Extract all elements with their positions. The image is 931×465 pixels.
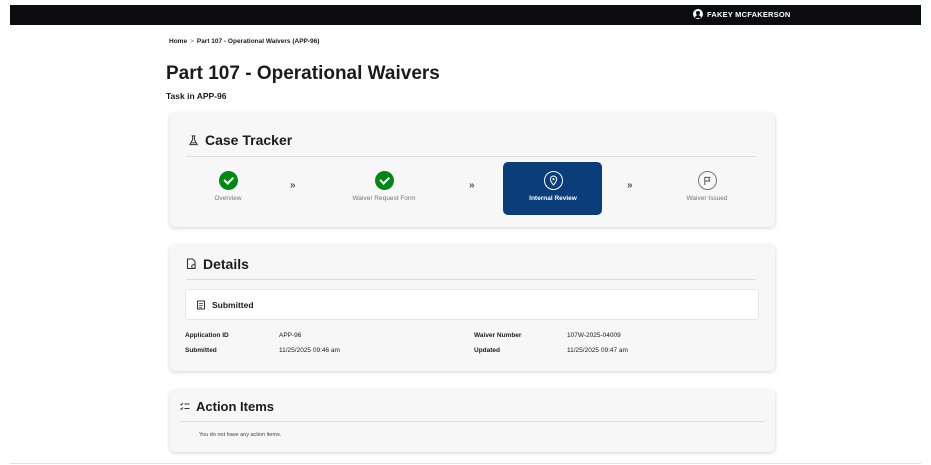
chevron-double-right-icon: » [290, 180, 295, 191]
application-id-value: APP-96 [279, 332, 302, 339]
step-label: Overview [214, 195, 242, 202]
user-menu[interactable]: FAKEY MCFAKERSON [693, 9, 791, 19]
case-tracker-card [170, 113, 775, 227]
action-items-header: Action Items [180, 399, 274, 414]
breadcrumb-home-link[interactable]: Home [169, 38, 187, 45]
waiver-number-label: Waiver Number [474, 332, 522, 339]
step-overview[interactable]: Overview [178, 171, 278, 202]
document-icon [186, 258, 196, 270]
status-text: Submitted [212, 299, 254, 310]
flag-icon [697, 171, 717, 190]
step-waiver-issued[interactable]: Waiver Issued [657, 171, 757, 202]
step-label: Internal Review [529, 195, 577, 202]
checkmark-icon [218, 171, 238, 190]
breadcrumb-separator: > [190, 38, 194, 45]
chevron-double-right-icon: » [469, 180, 474, 191]
updated-value: 11/25/2025 09:47 am [567, 347, 628, 354]
breadcrumb: Home > Part 107 - Operational Waivers (A… [169, 38, 319, 45]
details-title: Details [203, 256, 249, 272]
case-tracker-title: Case Tracker [205, 132, 293, 148]
step-label: Waiver Issued [686, 195, 728, 202]
chevron-double-right-icon: » [627, 180, 632, 191]
divider [186, 156, 756, 157]
flask-icon [188, 134, 199, 145]
status-panel: Submitted [185, 289, 759, 320]
submitted-value: 11/25/2025 09:46 am [279, 347, 340, 354]
details-header: Details [186, 256, 249, 272]
case-tracker-header: Case Tracker [188, 132, 292, 148]
step-waiver-request-form[interactable]: Waiver Request Form [334, 171, 434, 202]
step-label: Waiver Request Form [352, 195, 416, 202]
divider [186, 279, 756, 280]
page-title: Part 107 - Operational Waivers [166, 63, 440, 84]
user-name: FAKEY MCFAKERSON [707, 9, 791, 19]
action-items-title: Action Items [196, 399, 275, 414]
location-pin-icon [543, 171, 563, 190]
divider [10, 463, 921, 464]
waiver-number-value: 107W-2025-04009 [567, 332, 621, 339]
form-icon [197, 300, 205, 309]
divider [180, 421, 765, 422]
page-subtitle: Task in APP-96 [166, 91, 227, 101]
user-account-icon [693, 9, 703, 19]
checklist-icon [180, 402, 190, 411]
top-nav-bar: FAKEY MCFAKERSON [10, 5, 921, 25]
step-internal-review[interactable]: Internal Review [503, 171, 603, 202]
updated-label: Updated [474, 347, 500, 354]
breadcrumb-current: Part 107 - Operational Waivers (APP-96) [196, 38, 320, 45]
empty-state-message: You do not have any action items. [199, 432, 282, 438]
checkmark-icon [374, 171, 394, 190]
submitted-label: Submitted [185, 347, 217, 354]
application-id-label: Application ID [185, 332, 229, 339]
